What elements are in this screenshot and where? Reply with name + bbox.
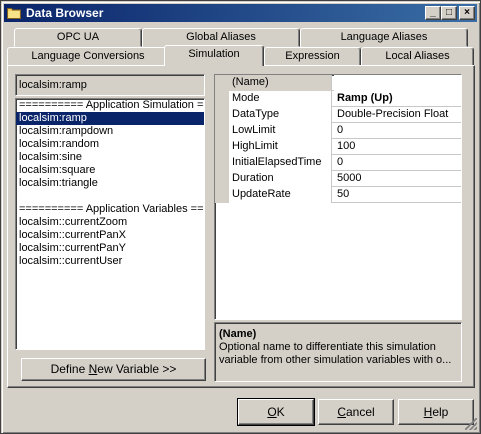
define-new-variable-button[interactable]: Define New Variable >> [21, 358, 206, 381]
ok-button[interactable]: OK [237, 398, 315, 426]
tab-expression[interactable]: Expression [264, 47, 361, 66]
property-value[interactable]: 100 [334, 139, 461, 155]
resize-grip-icon[interactable] [465, 418, 477, 430]
property-row-gutter [215, 75, 229, 91]
window-title: Data Browser [26, 6, 104, 20]
list-item[interactable]: localsim:triangle [16, 177, 204, 190]
list-item[interactable]: localsim::currentPanX [16, 229, 204, 242]
property-name: Duration [229, 171, 332, 187]
tab-label: Global Aliases [186, 31, 256, 43]
description-body: Optional name to differentiate this simu… [219, 341, 452, 366]
close-icon: × [464, 7, 470, 18]
property-description: (Name) Optional name to differentiate th… [214, 322, 462, 382]
list-item [16, 190, 204, 203]
property-name: Mode [229, 91, 332, 107]
property-row-gutter [215, 139, 229, 155]
define-label-pre: Define [50, 362, 89, 376]
property-row[interactable]: DataType Double-Precision Float [215, 107, 461, 123]
ok-accel: O [267, 405, 277, 419]
property-value[interactable]: 5000 [334, 171, 461, 187]
property-value[interactable]: Double-Precision Float [334, 107, 461, 123]
property-row-gutter [215, 155, 229, 171]
tab-label: Language Aliases [340, 31, 428, 43]
tab-simulation[interactable]: Simulation [164, 45, 264, 66]
title-bar[interactable]: Data Browser _ □ × [4, 4, 477, 22]
tab-label: Local Aliases [385, 50, 450, 62]
tab-language-conversions[interactable]: Language Conversions [7, 47, 169, 66]
property-row[interactable]: HighLimit 100 [215, 139, 461, 155]
property-value[interactable]: 0 [334, 123, 461, 139]
tab-opc-ua[interactable]: OPC UA [14, 28, 142, 47]
property-value[interactable] [334, 75, 461, 91]
cancel-button[interactable]: Cancel [318, 399, 394, 425]
list-item[interactable]: localsim:sine [16, 151, 204, 164]
tab-label: Expression [285, 50, 340, 62]
property-row[interactable]: InitialElapsedTime 0 [215, 155, 461, 171]
property-row-gutter [215, 187, 229, 203]
tab-label: OPC UA [56, 31, 100, 43]
description-title: (Name) [219, 328, 257, 340]
minimize-icon: _ [430, 7, 436, 18]
property-name: LowLimit [229, 123, 332, 139]
property-name: HighLimit [229, 139, 332, 155]
ok-rest: K [276, 405, 285, 419]
property-name: UpdateRate [229, 187, 332, 203]
cancel-accel: C [337, 405, 346, 419]
tab-language-aliases[interactable]: Language Aliases [300, 28, 468, 47]
maximize-button[interactable]: □ [441, 6, 457, 20]
data-browser-window: Data Browser _ □ × OPC UA Global Aliases… [0, 0, 481, 434]
list-item[interactable]: localsim:rampdown [16, 125, 204, 138]
property-name: InitialElapsedTime [229, 155, 332, 171]
property-row[interactable]: (Name) [215, 75, 461, 91]
define-label-accel: N [88, 362, 98, 376]
property-row[interactable]: Mode Ramp (Up) [215, 91, 461, 107]
property-value[interactable]: 50 [334, 187, 461, 203]
maximize-icon: □ [445, 7, 453, 18]
property-value[interactable]: Ramp (Up) [334, 91, 461, 107]
list-item[interactable]: localsim:ramp [16, 112, 204, 125]
list-item[interactable]: localsim:square [16, 164, 204, 177]
list-item[interactable]: localsim:random [16, 138, 204, 151]
help-rest: elp [432, 405, 449, 419]
property-row[interactable]: LowLimit 0 [215, 123, 461, 139]
property-name: (Name) [229, 75, 332, 91]
property-row-gutter [215, 107, 229, 123]
define-label-post: ew Variable >> [97, 362, 177, 376]
property-value[interactable]: 0 [334, 155, 461, 171]
property-row-gutter [215, 123, 229, 139]
list-item[interactable]: ========== Application Variables === [16, 203, 204, 216]
cancel-rest: ancel [345, 405, 375, 419]
tab-local-aliases[interactable]: Local Aliases [361, 47, 474, 66]
property-grid[interactable]: (Name) Mode Ramp (Up) DataType Double-Precis… [214, 74, 462, 320]
help-button[interactable]: Help [398, 399, 474, 425]
property-name: DataType [229, 107, 332, 123]
close-button[interactable]: × [459, 6, 475, 20]
minimize-button[interactable]: _ [425, 6, 441, 20]
variable-list[interactable]: ========== Application Simulation == loca… [15, 98, 205, 350]
tab-label: Language Conversions [31, 50, 145, 62]
list-item[interactable]: ========== Application Simulation == [16, 99, 204, 112]
variable-name-field[interactable]: localsim:ramp [15, 74, 205, 96]
property-row-gutter [215, 171, 229, 187]
property-row[interactable]: UpdateRate 50 [215, 187, 461, 203]
property-row-gutter [215, 91, 229, 107]
list-item[interactable]: localsim::currentPanY [16, 242, 204, 255]
tab-label: Simulation [188, 48, 240, 60]
list-item[interactable]: localsim::currentZoom [16, 216, 204, 229]
list-item[interactable]: localsim::currentUser [16, 255, 204, 268]
property-row[interactable]: Duration 5000 [215, 171, 461, 187]
folder-icon [7, 8, 21, 19]
